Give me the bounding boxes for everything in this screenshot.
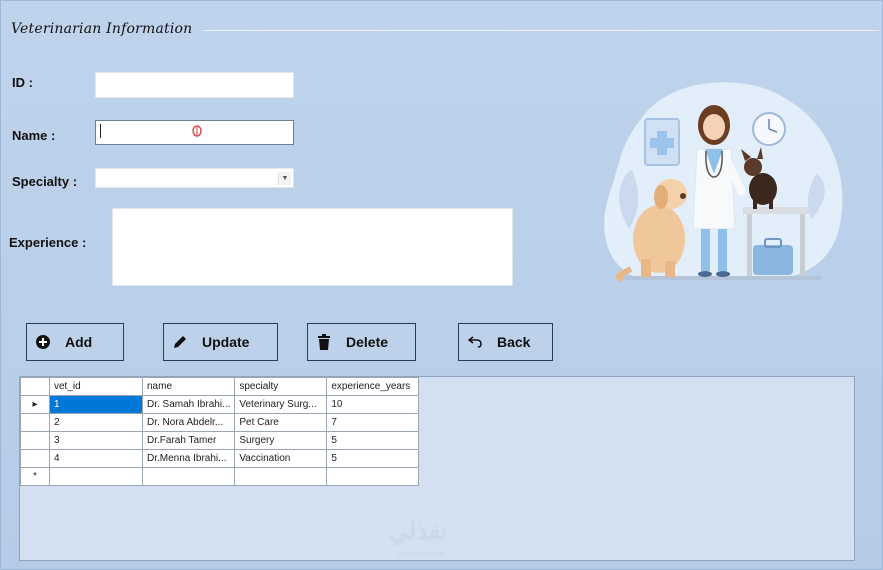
- main-window: Veterinarian Information ID : Name : Spe…: [0, 0, 883, 570]
- table-row[interactable]: ▸ 1 Dr. Samah Ibrahi... Veterinary Surg.…: [20, 395, 420, 414]
- grid-cell[interactable]: Dr.Menna Ibrahi...: [141, 449, 236, 468]
- grid-cell[interactable]: Dr. Nora Abdelr...: [141, 413, 236, 432]
- specialty-select[interactable]: ▼: [95, 168, 294, 188]
- grid-cell[interactable]: 2: [49, 413, 143, 432]
- group-title: Veterinarian Information: [11, 21, 193, 37]
- veterinarian-illustration: [604, 82, 843, 282]
- grid-cell[interactable]: Surgery: [234, 431, 328, 450]
- back-button[interactable]: Back: [458, 323, 553, 361]
- watermark-url: nafezly.com: [397, 549, 445, 559]
- add-button-label: Add: [65, 334, 93, 350]
- name-input[interactable]: [95, 120, 294, 145]
- id-input[interactable]: [95, 72, 294, 98]
- specialty-label: Specialty :: [12, 174, 78, 189]
- group-divider: [203, 30, 879, 31]
- row-header[interactable]: [20, 413, 50, 432]
- grid-cell[interactable]: 7: [326, 413, 420, 432]
- table-row[interactable]: 4 Dr.Menna Ibrahi... Vaccination 5: [20, 449, 420, 468]
- grid-corner-cell[interactable]: [20, 377, 50, 396]
- back-arrow-icon: [467, 334, 483, 350]
- column-header[interactable]: specialty: [234, 377, 328, 396]
- row-header[interactable]: [20, 431, 50, 450]
- grid-cell[interactable]: [234, 467, 328, 486]
- experience-label: Experience :: [9, 235, 87, 250]
- pencil-icon: [172, 334, 188, 350]
- grid-table: vet_id name specialty experience_years ▸…: [20, 377, 420, 486]
- grid-cell[interactable]: [141, 467, 236, 486]
- table-row[interactable]: 2 Dr. Nora Abdelr... Pet Care 7: [20, 413, 420, 432]
- column-header[interactable]: vet_id: [49, 377, 143, 396]
- trash-icon: [316, 334, 332, 350]
- grid-cell[interactable]: 1: [49, 395, 143, 414]
- grid-cell[interactable]: Dr. Samah Ibrahi...: [141, 395, 236, 414]
- grid-cell[interactable]: [326, 467, 420, 486]
- delete-button-label: Delete: [346, 334, 389, 350]
- row-header[interactable]: [20, 449, 50, 468]
- add-button[interactable]: Add: [26, 323, 124, 361]
- grid-cell[interactable]: Veterinary Surg...: [234, 395, 328, 414]
- update-button-label: Update: [202, 334, 250, 350]
- grid-cell[interactable]: Dr.Farah Tamer: [141, 431, 236, 450]
- column-header[interactable]: name: [141, 377, 236, 396]
- update-button[interactable]: Update: [163, 323, 278, 361]
- add-circle-icon: [35, 334, 51, 350]
- grid-cell[interactable]: 5: [326, 449, 420, 468]
- chevron-down-icon[interactable]: ▼: [278, 172, 291, 185]
- experience-textarea[interactable]: [112, 208, 513, 286]
- new-row-indicator[interactable]: *: [20, 467, 50, 486]
- delete-button[interactable]: Delete: [307, 323, 416, 361]
- watermark-logo: نفذلي: [389, 518, 448, 545]
- grid-cell[interactable]: [49, 467, 143, 486]
- column-header[interactable]: experience_years: [326, 377, 420, 396]
- grid-cell[interactable]: Vaccination: [234, 449, 328, 468]
- current-row-indicator[interactable]: ▸: [20, 395, 50, 414]
- text-caret: [100, 124, 101, 138]
- mouse-cursor-icon: [192, 125, 202, 137]
- grid-header-row: vet_id name specialty experience_years: [20, 377, 420, 396]
- grid-cell[interactable]: 4: [49, 449, 143, 468]
- grid-cell[interactable]: Pet Care: [234, 413, 328, 432]
- grid-cell[interactable]: 10: [326, 395, 420, 414]
- name-label: Name :: [12, 128, 56, 143]
- new-row[interactable]: *: [20, 467, 420, 486]
- back-button-label: Back: [497, 334, 531, 350]
- table-row[interactable]: 3 Dr.Farah Tamer Surgery 5: [20, 431, 420, 450]
- grid-cell[interactable]: 5: [326, 431, 420, 450]
- grid-cell[interactable]: 3: [49, 431, 143, 450]
- id-label: ID :: [12, 75, 33, 90]
